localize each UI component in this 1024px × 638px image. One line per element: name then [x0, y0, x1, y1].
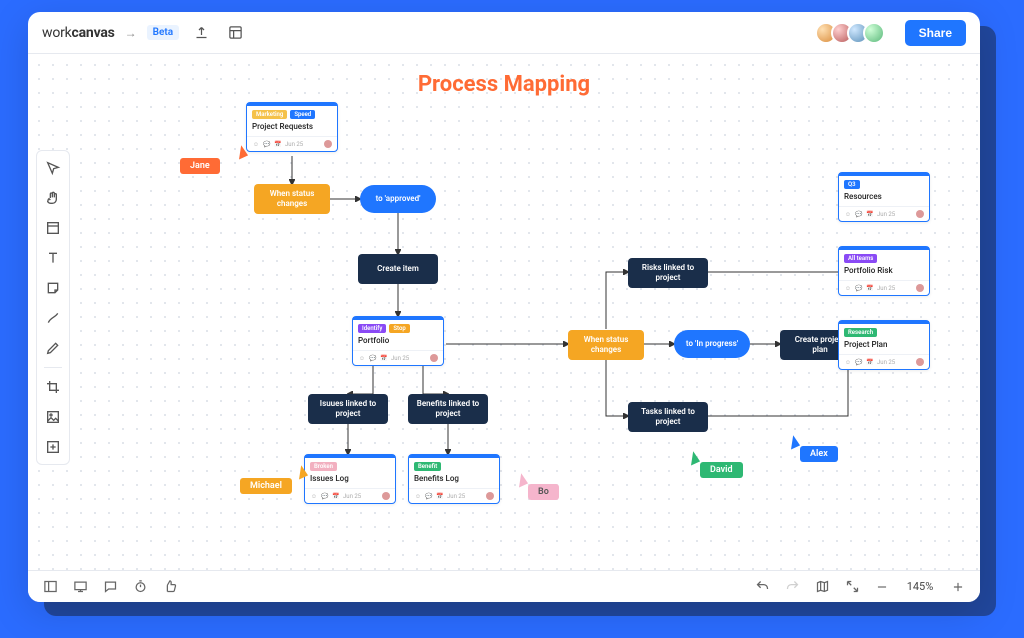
person-icon: ☺: [252, 140, 260, 148]
share-button[interactable]: Share: [905, 20, 966, 46]
zoom-in-icon[interactable]: [948, 577, 968, 597]
card-project-plan[interactable]: Research Project Plan ☺💬📅Jun 25: [838, 320, 930, 370]
minimap-icon[interactable]: [812, 577, 832, 597]
user-cursor-alex: Alex: [800, 446, 838, 462]
chip: Identify: [358, 324, 386, 333]
pill-when-status-2[interactable]: When status changes: [568, 330, 644, 360]
template-icon[interactable]: [223, 21, 247, 45]
thumbs-up-icon[interactable]: [160, 577, 180, 597]
image-tool[interactable]: [42, 406, 64, 428]
chip: Marketing: [252, 110, 287, 119]
card-portfolio[interactable]: IdentifyStop Portfolio ☺💬📅Jun 25: [352, 316, 444, 366]
pen-tool[interactable]: [42, 337, 64, 359]
card-benefits-log[interactable]: Benefit Benefits Log ☺💬📅Jun 25: [408, 454, 500, 504]
card-title: Issues Log: [305, 471, 395, 488]
card-date: Jun 25: [391, 355, 409, 362]
add-tool[interactable]: [42, 436, 64, 458]
card-title: Benefits Log: [409, 471, 499, 488]
chip: Research: [844, 328, 877, 337]
topbar: workcanvas → Beta Share: [28, 12, 980, 54]
logo: workcanvas: [42, 25, 115, 41]
chip: Benefit: [414, 462, 441, 471]
avatar[interactable]: [863, 22, 885, 44]
chat-icon: 💬: [263, 140, 271, 148]
user-cursor-bo: Bo: [528, 484, 559, 500]
canvas-title: Process Mapping: [418, 72, 590, 97]
text-tool[interactable]: [42, 247, 64, 269]
card-avatar: [324, 140, 332, 148]
chip: Broken: [310, 462, 337, 471]
comments-icon[interactable]: [100, 577, 120, 597]
card-issues-log[interactable]: Broken Issues Log ☺💬📅Jun 25: [304, 454, 396, 504]
app-window: workcanvas → Beta Share Process Mapping: [28, 12, 980, 602]
bottombar: 145%: [28, 570, 980, 602]
card-date: Jun 25: [877, 359, 895, 366]
user-cursor-jane: Jane: [180, 158, 220, 174]
card-title: Portfolio: [353, 333, 443, 350]
connectors: [28, 54, 980, 570]
present-icon[interactable]: [70, 577, 90, 597]
logo-bold: canvas: [72, 25, 115, 41]
pill-when-status-1[interactable]: When status changes: [254, 184, 330, 214]
logo-prefix: work: [42, 25, 72, 41]
pill-to-in-progress[interactable]: to 'In progress': [674, 330, 750, 358]
chip: Q3: [844, 180, 860, 189]
connector-tool[interactable]: [42, 307, 64, 329]
pill-tasks-linked[interactable]: Tasks linked to project: [628, 402, 708, 432]
pill-to-approved[interactable]: to 'approved': [360, 185, 436, 213]
avatar-stack[interactable]: [821, 22, 885, 44]
upload-icon[interactable]: [189, 21, 213, 45]
card-title: Resources: [839, 189, 929, 206]
toolbar: [36, 150, 70, 465]
chip: All teams: [844, 254, 877, 263]
card-date: Jun 25: [877, 285, 895, 292]
card-title: Portfolio Risk: [839, 263, 929, 280]
card-date: Jun 25: [877, 211, 895, 218]
arrow-right-icon: →: [125, 26, 137, 40]
timer-icon[interactable]: [130, 577, 150, 597]
beta-badge: Beta: [147, 25, 179, 40]
card-project-requests[interactable]: MarketingSpeed Project Requests ☺💬📅Jun 2…: [246, 102, 338, 152]
pill-benefits-linked[interactable]: Benefits linked to project: [408, 394, 488, 424]
pill-create-item[interactable]: Create item: [358, 254, 438, 284]
crop-tool[interactable]: [42, 376, 64, 398]
user-cursor-michael: Michael: [240, 478, 292, 494]
card-portfolio-risk[interactable]: All teams Portfolio Risk ☺💬📅Jun 25: [838, 246, 930, 296]
canvas[interactable]: Process Mapping: [28, 54, 980, 570]
chip: Speed: [290, 110, 315, 119]
pill-issues-linked[interactable]: Isuues linked to project: [308, 394, 388, 424]
card-date: Jun 25: [285, 141, 303, 148]
chip: Stop: [389, 324, 409, 333]
redo-icon[interactable]: [782, 577, 802, 597]
card-title: Project Requests: [247, 119, 337, 136]
zoom-level[interactable]: 145%: [902, 580, 938, 593]
sticky-tool[interactable]: [42, 277, 64, 299]
date-icon: 📅: [274, 140, 282, 148]
zoom-out-icon[interactable]: [872, 577, 892, 597]
select-tool[interactable]: [42, 157, 64, 179]
fit-icon[interactable]: [842, 577, 862, 597]
card-date: Jun 25: [447, 493, 465, 500]
card-title: Project Plan: [839, 337, 929, 354]
user-cursor-david: David: [700, 462, 743, 478]
panels-icon[interactable]: [40, 577, 60, 597]
card-resources[interactable]: Q3 Resources ☺💬📅Jun 25: [838, 172, 930, 222]
card-date: Jun 25: [343, 493, 361, 500]
hand-tool[interactable]: [42, 187, 64, 209]
undo-icon[interactable]: [752, 577, 772, 597]
pill-risks-linked[interactable]: Risks linked to project: [628, 258, 708, 288]
frame-tool[interactable]: [42, 217, 64, 239]
